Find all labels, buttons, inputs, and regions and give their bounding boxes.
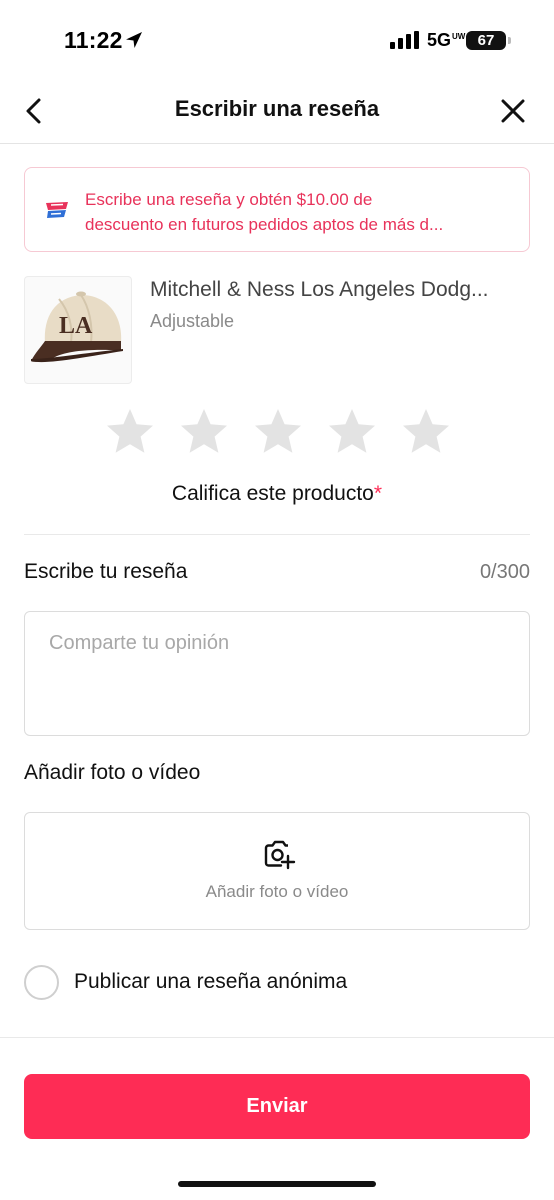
star-rating (104, 406, 454, 458)
network-label: 5G (427, 30, 452, 50)
star-2-icon[interactable] (178, 406, 230, 458)
promo-line-2: descuento en futuros pedidos aptos de má… (85, 215, 444, 234)
promo-line-1: Escribe una reseña y obtén $10.00 de (85, 190, 373, 209)
rating-label: Califica este producto* (0, 482, 554, 506)
required-mark: * (373, 482, 383, 505)
close-icon[interactable] (496, 94, 530, 128)
product-name: Mitchell & Ness Los Angeles Dodg... (150, 278, 489, 301)
cellular-signal-icon (390, 31, 419, 49)
add-media-label: Añadir foto o vídeo (205, 882, 349, 901)
anonymous-label[interactable]: Publicar una reseña anónima (74, 970, 347, 994)
page-title: Escribir una reseña (174, 96, 380, 121)
header: Escribir una reseña (0, 82, 554, 144)
network-suffix: UW (452, 32, 466, 41)
star-5-icon[interactable] (400, 406, 452, 458)
divider (24, 534, 530, 535)
product-variant: Adjustable (150, 311, 235, 331)
rating-label-text: Califica este producto (171, 482, 374, 505)
review-label: Escribe tu reseña (24, 560, 188, 583)
camera-plus-icon (264, 840, 296, 870)
network-type: 5GUW (427, 30, 465, 51)
product-image: LA (24, 276, 132, 384)
star-1-icon[interactable] (104, 406, 156, 458)
review-textarea[interactable] (24, 611, 530, 736)
baseball-cap-image: LA (31, 291, 123, 363)
home-indicator (178, 1181, 376, 1187)
svg-text:LA: LA (59, 313, 93, 339)
media-label: Añadir foto o vídeo (24, 761, 201, 784)
star-3-icon[interactable] (252, 406, 304, 458)
add-media-button[interactable]: Añadir foto o vídeo (24, 812, 530, 930)
review-char-count: 0/300 (479, 561, 530, 583)
location-arrow-icon (126, 32, 142, 48)
coupon-logo-icon (46, 202, 68, 218)
divider (0, 1037, 554, 1038)
promo-text: Escribe una reseña y obtén $10.00 de des… (85, 187, 515, 237)
write-review-screen: 11:22 5GUW 67 Escribir una reseña Escrib… (0, 0, 554, 1200)
anonymous-radio[interactable] (24, 965, 59, 1000)
submit-button[interactable]: Enviar (24, 1074, 530, 1139)
promo-banner[interactable]: Escribe una reseña y obtén $10.00 de des… (24, 167, 530, 252)
status-bar: 11:22 5GUW 67 (0, 0, 554, 82)
status-time: 11:22 (64, 27, 123, 53)
star-4-icon[interactable] (326, 406, 378, 458)
battery-icon: 67 (466, 31, 511, 50)
